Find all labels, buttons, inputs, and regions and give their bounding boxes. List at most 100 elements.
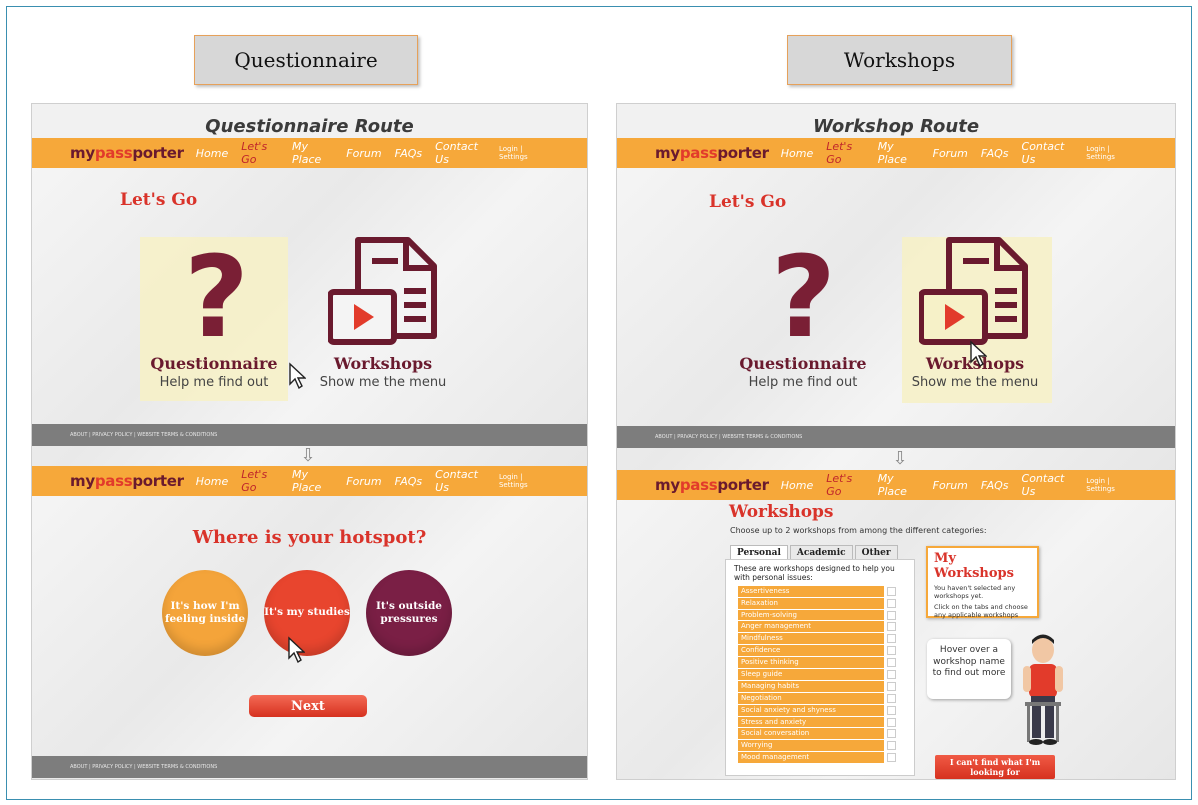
nav-faqs[interactable]: FAQs bbox=[981, 479, 1009, 492]
nav-forum[interactable]: Forum bbox=[346, 147, 381, 160]
footer[interactable]: ABOUT | PRIVACY POLICY | WEBSITE TERMS &… bbox=[32, 424, 587, 446]
nav-forum[interactable]: Forum bbox=[346, 475, 381, 488]
hotspot-outside-pressures-button[interactable]: It's outside pressures bbox=[366, 570, 452, 656]
question-mark-icon[interactable]: ? bbox=[771, 242, 836, 354]
workshop-list-item[interactable]: Social conversation bbox=[738, 728, 896, 741]
workshop-list-item[interactable]: Problem-solving bbox=[738, 609, 896, 622]
site-logo[interactable]: mypassporter bbox=[70, 472, 184, 490]
workshop-checkbox[interactable] bbox=[887, 646, 896, 656]
workshops-option-sub: Show me the menu bbox=[319, 375, 447, 390]
question-mark-icon[interactable]: ? bbox=[184, 242, 249, 354]
workshop-checkbox[interactable] bbox=[887, 717, 896, 727]
login-settings-link[interactable]: Login | Settings bbox=[499, 145, 545, 161]
nav-contact-us[interactable]: Contact Us bbox=[435, 140, 486, 166]
nav-lets-go[interactable]: Let's Go bbox=[241, 140, 279, 166]
nav-home[interactable]: Home bbox=[781, 479, 813, 492]
nav-my-place[interactable]: My Place bbox=[292, 468, 333, 494]
nav-faqs[interactable]: FAQs bbox=[395, 475, 423, 488]
workshop-route-panel: Workshop Route mypassporter Home Let's G… bbox=[616, 103, 1176, 780]
workshop-document-video-icon[interactable] bbox=[919, 236, 1029, 348]
workshop-checkbox[interactable] bbox=[887, 634, 896, 644]
lets-go-heading: Let's Go bbox=[709, 192, 787, 212]
hotspot-heading: Where is your hotspot? bbox=[192, 527, 427, 548]
nav-forum[interactable]: Forum bbox=[933, 479, 968, 492]
workshop-list-item[interactable]: Worrying bbox=[738, 740, 896, 753]
workshop-checkbox[interactable] bbox=[887, 729, 896, 739]
workshop-checkbox[interactable] bbox=[887, 658, 896, 668]
nav-faqs[interactable]: FAQs bbox=[981, 147, 1009, 160]
nav-lets-go[interactable]: Let's Go bbox=[826, 472, 864, 498]
nav-my-place[interactable]: My Place bbox=[292, 140, 333, 166]
login-settings-link[interactable]: Login | Settings bbox=[1086, 145, 1133, 161]
footer[interactable]: ABOUT | PRIVACY POLICY | WEBSITE TERMS &… bbox=[617, 426, 1175, 448]
nav-home[interactable]: Home bbox=[196, 147, 228, 160]
login-settings-link[interactable]: Login | Settings bbox=[1086, 477, 1133, 493]
workshop-checkbox[interactable] bbox=[887, 586, 896, 596]
workshops-instructions: Choose up to 2 workshops from among the … bbox=[730, 526, 987, 535]
nav-faqs[interactable]: FAQs bbox=[395, 147, 423, 160]
footer[interactable]: ABOUT | PRIVACY POLICY | WEBSITE TERMS &… bbox=[32, 756, 587, 778]
hotspot-studies-button[interactable]: It's my studies bbox=[264, 570, 350, 656]
workshop-list-item[interactable]: Stress and anxiety bbox=[738, 716, 896, 729]
mouse-cursor-icon bbox=[289, 362, 306, 390]
nav-contact-us[interactable]: Contact Us bbox=[1022, 140, 1074, 166]
workshop-checkbox[interactable] bbox=[887, 753, 896, 763]
nav-lets-go[interactable]: Let's Go bbox=[241, 468, 279, 494]
workshop-list-item[interactable]: Positive thinking bbox=[738, 657, 896, 669]
my-workshops-empty-text: You haven't selected any workshops yet. bbox=[934, 584, 1016, 601]
down-arrow-icon: ⇩ bbox=[892, 448, 908, 469]
navbar: mypassporter Home Let's Go My Place Foru… bbox=[617, 138, 1175, 168]
workshop-list-item[interactable]: Social anxiety and shyness bbox=[738, 704, 896, 717]
questionnaire-option-title[interactable]: Questionnaire bbox=[703, 354, 903, 373]
workshop-list: These are workshops designed to help you… bbox=[725, 559, 915, 776]
nav-forum[interactable]: Forum bbox=[933, 147, 968, 160]
hotspot-feeling-inside-button[interactable]: It's how I'm feeling inside bbox=[162, 570, 248, 656]
workshop-checkbox[interactable] bbox=[887, 669, 896, 679]
workshop-checkbox[interactable] bbox=[887, 693, 896, 703]
workshop-checkbox[interactable] bbox=[887, 705, 896, 715]
navbar: mypassporter Home Let's Go My Place Foru… bbox=[32, 138, 587, 168]
questionnaire-route-panel: Questionnaire Route mypassporter Home Le… bbox=[31, 103, 588, 780]
nav-contact-us[interactable]: Contact Us bbox=[1022, 472, 1074, 498]
route-title: Questionnaire Route bbox=[205, 116, 414, 137]
workshop-checkbox[interactable] bbox=[887, 681, 896, 691]
site-logo[interactable]: mypassporter bbox=[655, 476, 769, 494]
workshop-list-item[interactable]: Relaxation bbox=[738, 597, 896, 610]
tab-academic[interactable]: Academic bbox=[789, 545, 853, 560]
workshop-list-item[interactable]: Confidence bbox=[738, 645, 896, 658]
workshop-list-item[interactable]: Assertiveness bbox=[738, 585, 896, 598]
cant-find-button[interactable]: I can't find what I'm looking for bbox=[935, 755, 1055, 779]
questionnaire-label: Questionnaire bbox=[194, 35, 418, 85]
site-logo[interactable]: mypassporter bbox=[70, 144, 184, 162]
questionnaire-option-sub: Help me find out bbox=[748, 375, 858, 390]
workshop-list-item[interactable]: Negotiation bbox=[738, 692, 896, 705]
workshop-list-item[interactable]: Anger management bbox=[738, 621, 896, 634]
mouse-cursor-icon bbox=[970, 340, 987, 368]
tab-other[interactable]: Other bbox=[854, 545, 898, 560]
workshop-list-item[interactable]: Mood management bbox=[738, 752, 896, 765]
workshop-list-description: These are workshops designed to help you… bbox=[734, 564, 895, 583]
next-button[interactable]: Next bbox=[249, 695, 367, 717]
workshops-option-sub: Show me the menu bbox=[911, 375, 1039, 390]
nav-my-place[interactable]: My Place bbox=[878, 140, 920, 166]
nav-home[interactable]: Home bbox=[196, 475, 228, 488]
workshop-list-item[interactable]: Managing habits bbox=[738, 680, 896, 693]
workshop-checkbox[interactable] bbox=[887, 741, 896, 751]
mouse-cursor-icon bbox=[288, 636, 305, 664]
nav-my-place[interactable]: My Place bbox=[878, 472, 920, 498]
tab-personal[interactable]: Personal bbox=[730, 545, 788, 560]
workshop-checkbox[interactable] bbox=[887, 622, 896, 632]
workshops-label: Workshops bbox=[787, 35, 1012, 85]
workshop-list-item[interactable]: Sleep guide bbox=[738, 668, 896, 681]
workshop-document-video-icon[interactable] bbox=[328, 236, 438, 348]
nav-contact-us[interactable]: Contact Us bbox=[435, 468, 486, 494]
workshops-option-title[interactable]: Workshops bbox=[283, 354, 483, 373]
login-settings-link[interactable]: Login | Settings bbox=[499, 473, 545, 489]
workshop-list-item[interactable]: Mindfulness bbox=[738, 633, 896, 646]
nav-lets-go[interactable]: Let's Go bbox=[826, 140, 864, 166]
site-logo[interactable]: mypassporter bbox=[655, 144, 769, 162]
nav-home[interactable]: Home bbox=[781, 147, 813, 160]
workshop-checkbox[interactable] bbox=[887, 610, 896, 620]
avatar-character-icon bbox=[1023, 634, 1063, 745]
workshop-checkbox[interactable] bbox=[887, 598, 896, 608]
